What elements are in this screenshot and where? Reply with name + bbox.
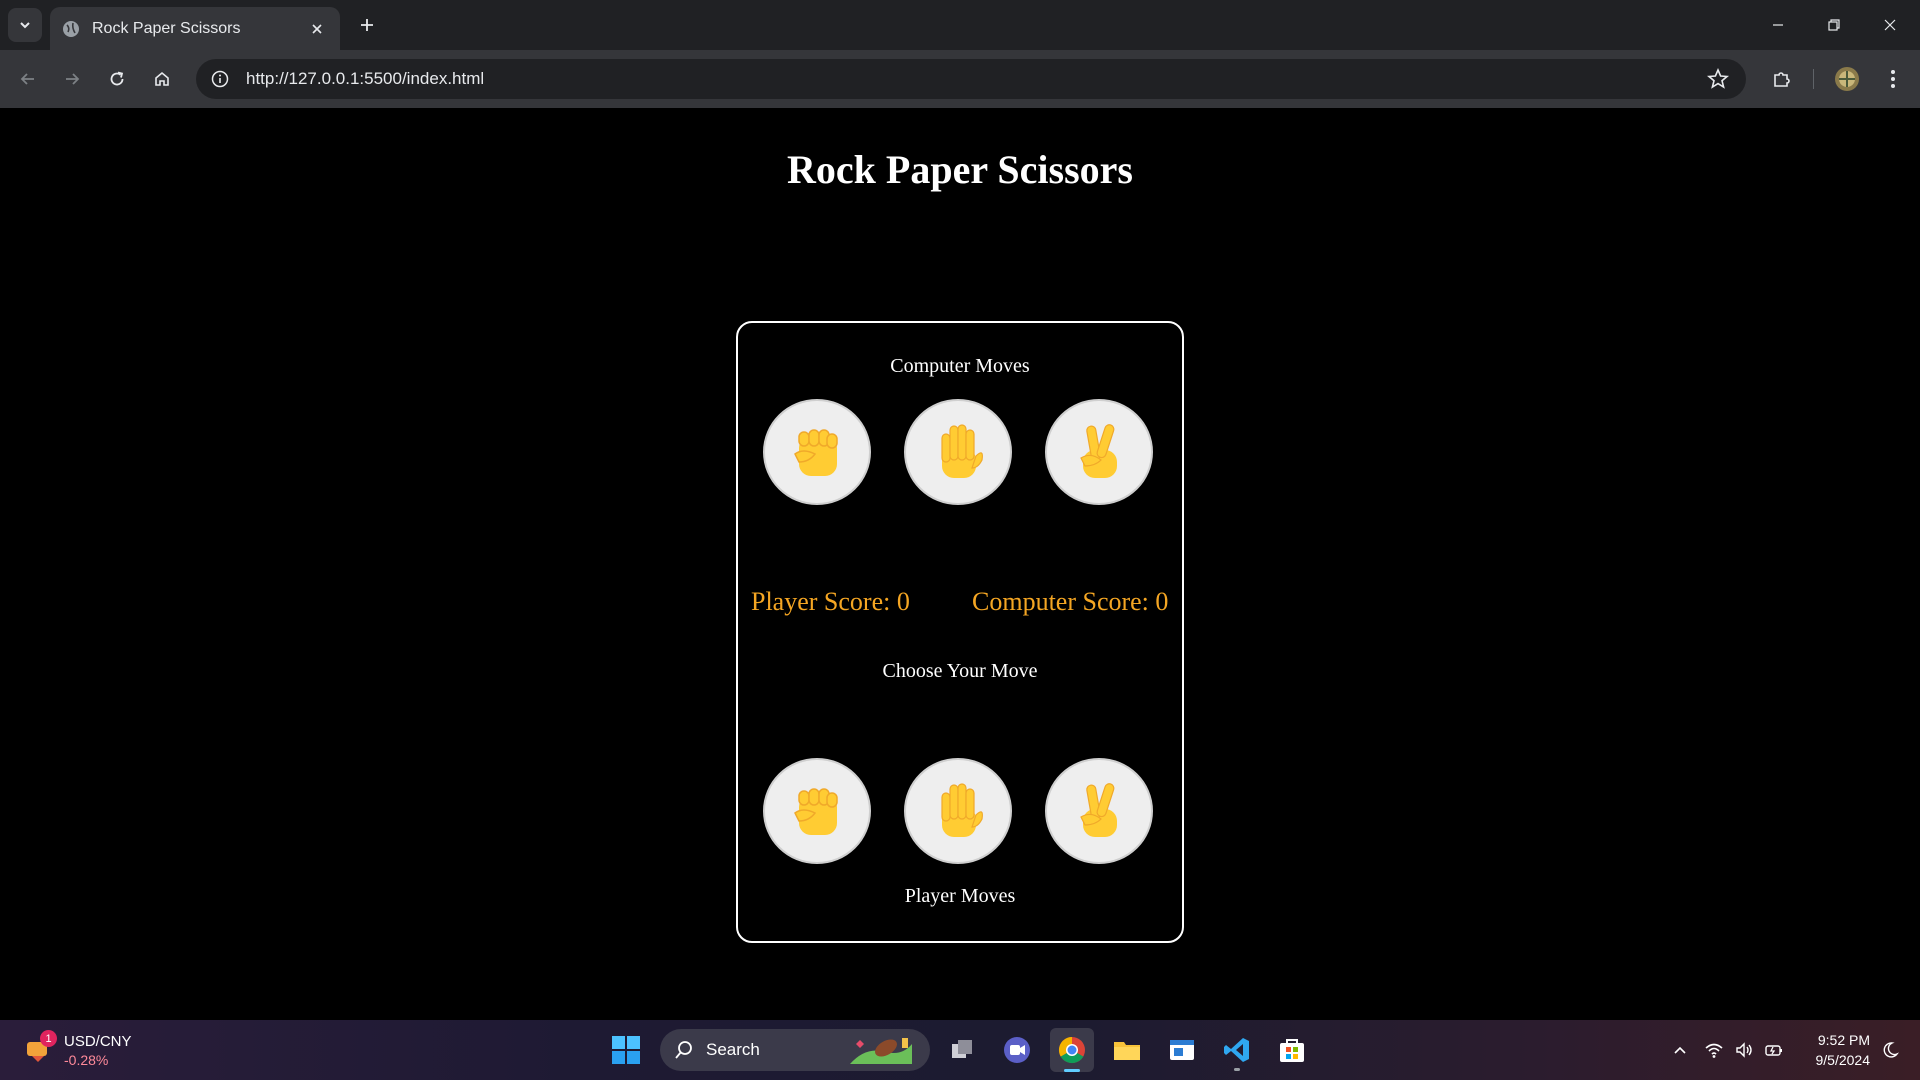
clock-date: 9/5/2024 — [1815, 1052, 1871, 1068]
restore-button[interactable] — [1806, 0, 1862, 50]
computer-paper-button — [904, 399, 1012, 505]
moon-icon — [1883, 1042, 1899, 1058]
arrow-right-icon — [66, 73, 80, 85]
store-button[interactable] — [1270, 1028, 1314, 1072]
clock-time: 9:52 PM — [1817, 1032, 1870, 1048]
home-button[interactable] — [146, 63, 178, 95]
volume-icon — [1736, 1042, 1752, 1058]
globe-icon — [63, 20, 79, 37]
plus-icon — [361, 19, 373, 31]
minimize-icon — [1773, 24, 1783, 26]
close-window-button[interactable] — [1862, 0, 1918, 50]
extensions-button[interactable] — [1766, 63, 1798, 95]
active-indicator — [1064, 1069, 1080, 1072]
search-icon — [675, 1041, 692, 1059]
url-text: http://127.0.0.1:5500/index.html — [246, 69, 485, 88]
system-clock[interactable]: 9:52 PM 9/5/2024 — [1790, 1030, 1871, 1070]
battery-icon — [1765, 1045, 1782, 1056]
browser-menu-button[interactable] — [1877, 63, 1909, 95]
player-score: Player Score: 0 — [751, 587, 910, 616]
chrome-taskbar-button[interactable] — [1050, 1028, 1094, 1072]
reload-icon — [110, 71, 124, 86]
vscode-button[interactable] — [1215, 1028, 1259, 1072]
minimize-button[interactable] — [1750, 0, 1806, 50]
restore-icon — [1828, 19, 1840, 31]
page-title: Rock Paper Scissors — [787, 147, 1133, 192]
file-explorer-button[interactable] — [1105, 1028, 1149, 1072]
new-tab-button[interactable] — [352, 10, 382, 40]
avatar-icon — [1835, 67, 1859, 91]
chrome-icon — [1058, 1036, 1085, 1064]
chat-button[interactable] — [995, 1028, 1039, 1072]
player-scissors-button[interactable] — [1045, 758, 1153, 864]
computer-score: Computer Score: 0 — [972, 587, 1169, 616]
computer-moves-label: Computer Moves — [890, 355, 1030, 377]
victory-hand-icon — [1080, 424, 1117, 478]
bookmark-star-icon[interactable] — [1706, 67, 1730, 91]
browser-tab[interactable]: Rock Paper Scissors — [50, 7, 340, 50]
widget-change: -0.28% — [64, 1052, 109, 1068]
hand-icon — [941, 424, 983, 478]
fist-icon — [794, 429, 838, 476]
running-indicator — [1234, 1068, 1240, 1071]
player-paper-button[interactable] — [904, 758, 1012, 864]
show-hidden-icons-button[interactable] — [1668, 1020, 1692, 1080]
hand-icon — [941, 783, 983, 837]
meet-icon — [1004, 1037, 1030, 1063]
tab-search-button[interactable] — [8, 8, 42, 42]
windows-icon — [612, 1036, 640, 1064]
task-view-button[interactable] — [940, 1028, 984, 1072]
arrow-left-icon — [20, 73, 34, 85]
store-icon — [1280, 1039, 1304, 1062]
more-vertical-icon — [1891, 70, 1895, 88]
start-button[interactable] — [604, 1028, 648, 1072]
game-container: Computer Moves Player Score: 0 Computer … — [736, 321, 1184, 943]
victory-hand-icon — [1080, 783, 1117, 837]
page-viewport: Rock Paper Scissors Computer Moves Playe… — [0, 108, 1920, 1020]
computer-scissors-button — [1045, 399, 1153, 505]
toolbar-divider — [1813, 69, 1814, 89]
search-highlight-icon — [850, 1038, 912, 1064]
reload-button[interactable] — [101, 63, 133, 95]
folder-icon — [1114, 1042, 1140, 1060]
search-label: Search — [706, 1040, 760, 1059]
volume-button[interactable] — [1730, 1020, 1758, 1080]
chevron-down-icon — [20, 22, 30, 29]
choose-move-label: Choose Your Move — [882, 660, 1038, 682]
address-bar[interactable]: http://127.0.0.1:5500/index.html — [196, 59, 1746, 99]
player-moves-label: Player Moves — [904, 885, 1016, 907]
back-button[interactable] — [12, 63, 44, 95]
chevron-up-icon — [1674, 1046, 1686, 1054]
site-info-icon[interactable] — [208, 67, 232, 91]
taskbar: 1 USD/CNY -0.28% Search 9:52 PM 9/5/2024 — [0, 1020, 1920, 1080]
fist-icon — [794, 788, 838, 835]
tab-close-button[interactable] — [306, 18, 328, 40]
profile-avatar[interactable] — [1831, 63, 1863, 95]
close-icon — [1884, 19, 1896, 31]
computer-rock-button — [763, 399, 871, 505]
puzzle-icon — [1774, 72, 1790, 87]
forward-button[interactable] — [56, 63, 88, 95]
vscode-icon — [1224, 1038, 1249, 1062]
wifi-button[interactable] — [1700, 1020, 1728, 1080]
wifi-icon — [1705, 1043, 1723, 1058]
notification-center-button[interactable] — [1876, 1020, 1904, 1080]
browser-toolbar: http://127.0.0.1:5500/index.html — [0, 50, 1920, 108]
home-icon — [155, 71, 169, 86]
app-window-icon — [1170, 1040, 1194, 1060]
player-rock-button[interactable] — [763, 758, 871, 864]
notification-badge: 1 — [40, 1030, 57, 1047]
taskbar-search[interactable]: Search — [660, 1029, 930, 1071]
currency-widget[interactable]: 1 USD/CNY -0.28% — [24, 1030, 144, 1070]
close-icon — [312, 23, 322, 34]
widget-name: USD/CNY — [64, 1033, 132, 1050]
battery-button[interactable] — [1760, 1020, 1788, 1080]
task-view-icon — [952, 1040, 972, 1058]
tab-title: Rock Paper Scissors — [92, 19, 241, 37]
browser-titlebar: Rock Paper Scissors — [0, 0, 1920, 50]
app-window-button[interactable] — [1160, 1028, 1204, 1072]
